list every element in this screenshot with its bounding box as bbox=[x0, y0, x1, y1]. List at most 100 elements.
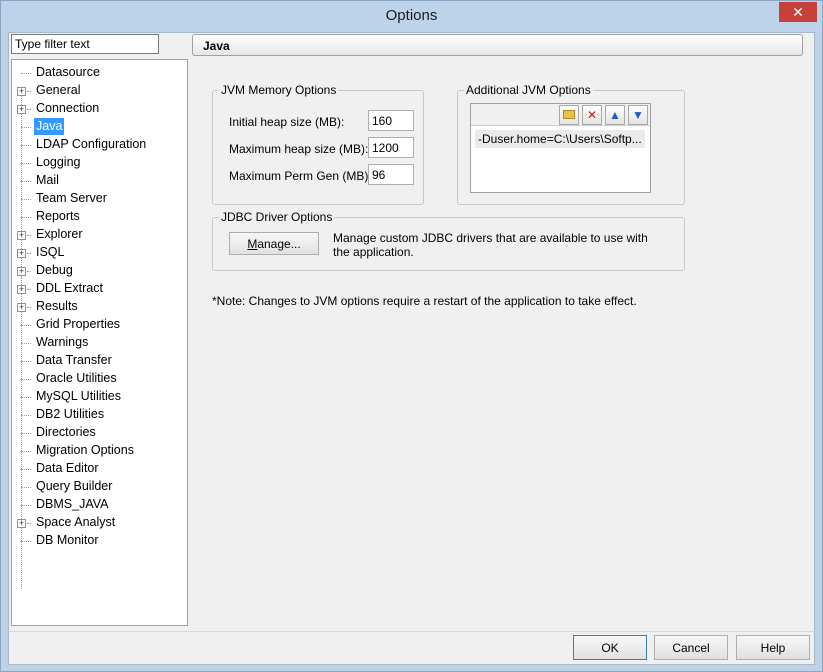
tree-connector bbox=[21, 397, 31, 398]
title-bar[interactable]: Options ✕ bbox=[1, 1, 822, 32]
expand-icon[interactable]: + bbox=[17, 87, 26, 96]
expand-icon[interactable]: + bbox=[17, 249, 26, 258]
tree-item-label: Connection bbox=[36, 101, 100, 115]
expand-icon[interactable]: + bbox=[17, 285, 26, 294]
tree-item[interactable]: DB Monitor bbox=[12, 532, 187, 550]
filter-input[interactable] bbox=[11, 34, 159, 54]
tree-item-label: Java bbox=[34, 118, 65, 135]
tree-item[interactable]: Directories bbox=[12, 424, 187, 442]
tree-item-label: Warnings bbox=[36, 335, 89, 349]
tree-item-label: Migration Options bbox=[36, 443, 134, 457]
tree-item[interactable]: Data Transfer bbox=[12, 352, 187, 370]
tree-item[interactable]: Datasource bbox=[12, 64, 187, 82]
tree-connector bbox=[21, 73, 31, 74]
help-button[interactable]: Help bbox=[736, 635, 810, 660]
tree-item[interactable]: Warnings bbox=[12, 334, 187, 352]
additional-jvm-group: Additional JVM Options ✕ ▲ ▼ -Duser.home… bbox=[457, 83, 685, 205]
tree-item-label: Logging bbox=[36, 155, 81, 169]
tree-item[interactable]: Java bbox=[12, 118, 187, 136]
tree-item-label: Oracle Utilities bbox=[36, 371, 117, 385]
add-option-button[interactable] bbox=[559, 105, 579, 125]
tree-item[interactable]: Oracle Utilities bbox=[12, 370, 187, 388]
expand-icon[interactable]: + bbox=[17, 519, 26, 528]
tree-item-label: Team Server bbox=[36, 191, 107, 205]
close-icon: ✕ bbox=[792, 4, 804, 20]
tree-connector bbox=[27, 91, 31, 92]
tree-connector bbox=[21, 199, 31, 200]
tree-item[interactable]: LDAP Configuration bbox=[12, 136, 187, 154]
expand-icon[interactable]: + bbox=[17, 267, 26, 276]
expand-icon[interactable]: + bbox=[17, 105, 26, 114]
max-heap-label: Maximum heap size (MB): bbox=[229, 142, 369, 156]
folder-icon bbox=[563, 110, 575, 119]
tree-item-label: Mail bbox=[36, 173, 59, 187]
tree-item[interactable]: Team Server bbox=[12, 190, 187, 208]
tree-connector bbox=[27, 523, 31, 524]
tree-item-label: Reports bbox=[36, 209, 80, 223]
move-up-button[interactable]: ▲ bbox=[605, 105, 625, 125]
jdbc-driver-group: JDBC Driver Options Manage... Manage cus… bbox=[212, 210, 685, 271]
expand-icon[interactable]: + bbox=[17, 231, 26, 240]
tree-item-label: General bbox=[36, 83, 81, 97]
tree-connector bbox=[21, 325, 31, 326]
tree-item[interactable]: + Results bbox=[12, 298, 187, 316]
max-heap-input[interactable] bbox=[368, 137, 414, 158]
jdbc-driver-legend: JDBC Driver Options bbox=[219, 210, 335, 224]
move-down-button[interactable]: ▼ bbox=[628, 105, 648, 125]
tree-item[interactable]: + Connection bbox=[12, 100, 187, 118]
arrow-down-icon: ▼ bbox=[632, 108, 644, 122]
tree-item[interactable]: Logging bbox=[12, 154, 187, 172]
remove-option-button[interactable]: ✕ bbox=[582, 105, 602, 125]
tree-connector bbox=[21, 433, 31, 434]
tree-item-label: Debug bbox=[36, 263, 73, 277]
tree-connector bbox=[27, 253, 31, 254]
tree-item-label: Results bbox=[36, 299, 78, 313]
tree-item[interactable]: Reports bbox=[12, 208, 187, 226]
tree-item-label: Data Transfer bbox=[36, 353, 112, 367]
tree-item-label: Query Builder bbox=[36, 479, 113, 493]
close-button[interactable]: ✕ bbox=[779, 2, 817, 22]
tree-connector bbox=[21, 505, 31, 506]
ok-button[interactable]: OK bbox=[573, 635, 647, 660]
dialog-client: Datasource + General + Connection Java LDAP Co… bbox=[8, 32, 815, 665]
panel-header: Java bbox=[192, 34, 803, 56]
tree-item[interactable]: MySQL Utilities bbox=[12, 388, 187, 406]
tree-item-label: DB Monitor bbox=[36, 533, 99, 547]
tree-item-label: Data Editor bbox=[36, 461, 99, 475]
initial-heap-label: Initial heap size (MB): bbox=[229, 115, 345, 129]
tree-item[interactable]: + General bbox=[12, 82, 187, 100]
tree-item[interactable]: DBMS_JAVA bbox=[12, 496, 187, 514]
tree-item[interactable]: DB2 Utilities bbox=[12, 406, 187, 424]
tree-item[interactable]: + Space Analyst bbox=[12, 514, 187, 532]
jvm-options-list[interactable]: ✕ ▲ ▼ -Duser.home=C:\Users\Softp... bbox=[470, 103, 651, 193]
cancel-button[interactable]: Cancel bbox=[654, 635, 728, 660]
tree-item[interactable]: + ISQL bbox=[12, 244, 187, 262]
options-tree[interactable]: Datasource + General + Connection Java LDAP Co… bbox=[11, 59, 188, 626]
initial-heap-input[interactable] bbox=[368, 110, 414, 131]
options-window: Options ✕ Datasource + General + Connection J… bbox=[0, 0, 823, 672]
jdbc-description: Manage custom JDBC drivers that are avai… bbox=[333, 231, 648, 259]
tree-item-label: MySQL Utilities bbox=[36, 389, 121, 403]
tree-connector bbox=[21, 379, 31, 380]
tree-item[interactable]: Query Builder bbox=[12, 478, 187, 496]
tree-item[interactable]: + Debug bbox=[12, 262, 187, 280]
tree-connector bbox=[27, 235, 31, 236]
max-permgen-label: Maximum Perm Gen (MB): bbox=[229, 169, 372, 183]
tree-connector bbox=[21, 181, 31, 182]
tree-item[interactable]: Data Editor bbox=[12, 460, 187, 478]
jvm-option-item[interactable]: -Duser.home=C:\Users\Softp... bbox=[475, 130, 645, 148]
tree-connector bbox=[21, 469, 31, 470]
tree-item-label: Directories bbox=[36, 425, 96, 439]
tree-item[interactable]: Grid Properties bbox=[12, 316, 187, 334]
additional-jvm-legend: Additional JVM Options bbox=[464, 83, 593, 97]
tree-item[interactable]: Mail bbox=[12, 172, 187, 190]
jvm-options-toolbar: ✕ ▲ ▼ bbox=[471, 104, 650, 126]
tree-item-label: DDL Extract bbox=[36, 281, 103, 295]
tree-item[interactable]: Migration Options bbox=[12, 442, 187, 460]
max-permgen-input[interactable] bbox=[368, 164, 414, 185]
manage-drivers-button[interactable]: Manage... bbox=[229, 232, 319, 255]
expand-icon[interactable]: + bbox=[17, 303, 26, 312]
tree-item[interactable]: + DDL Extract bbox=[12, 280, 187, 298]
tree-item[interactable]: + Explorer bbox=[12, 226, 187, 244]
tree-item-label: Datasource bbox=[36, 65, 100, 79]
